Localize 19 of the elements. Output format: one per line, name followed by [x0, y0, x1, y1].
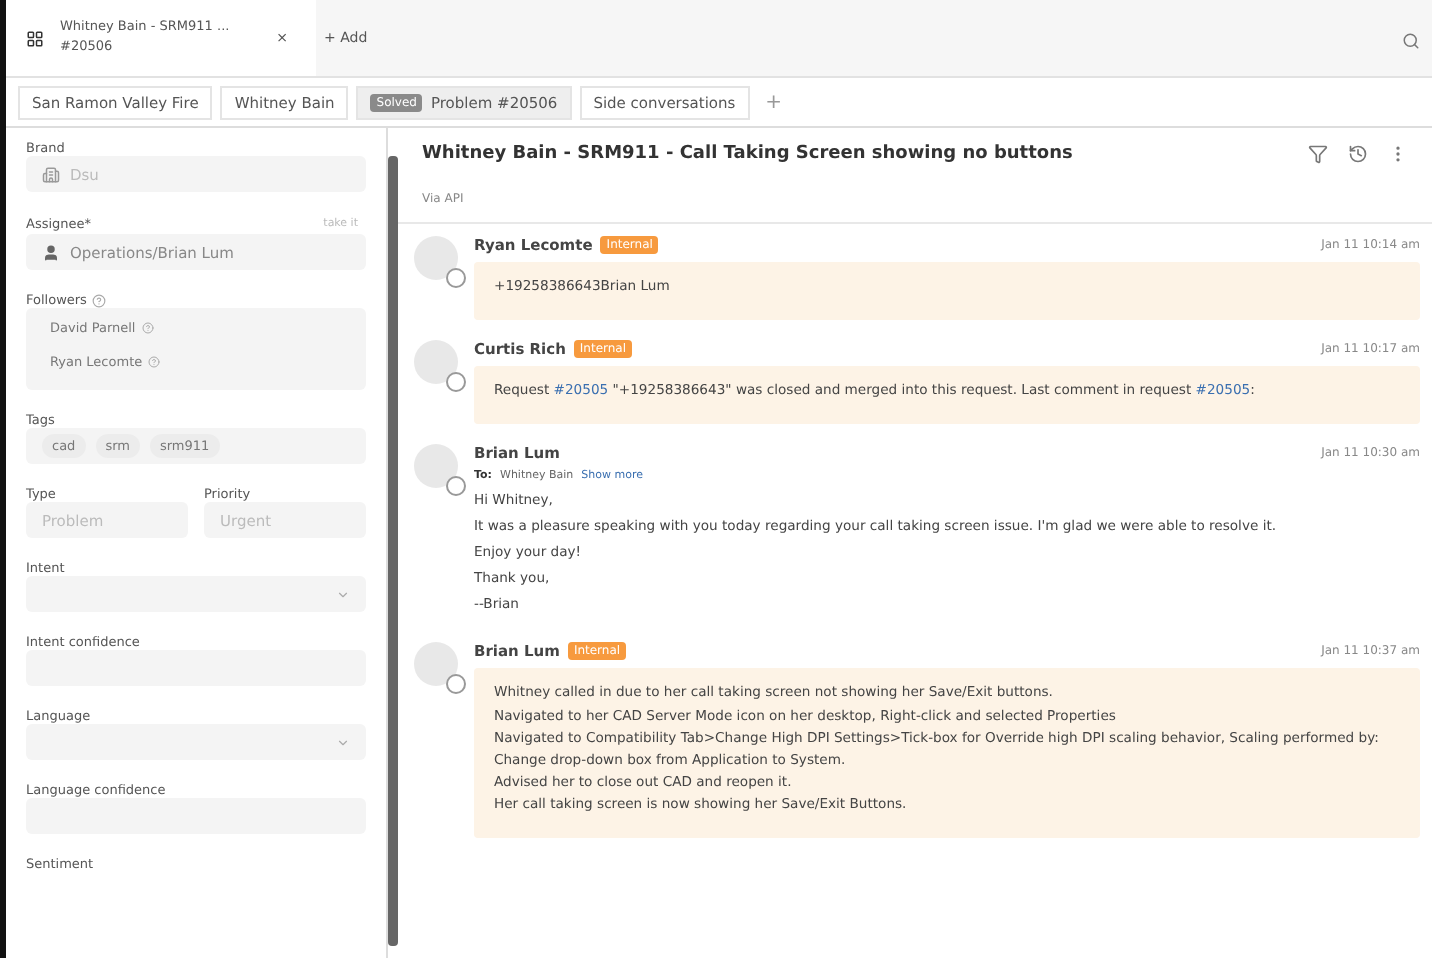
help-icon	[92, 293, 107, 307]
dropdown-field[interactable]	[26, 576, 366, 612]
help-icon	[148, 356, 161, 368]
building-icon	[42, 165, 60, 183]
avatar-icon	[42, 243, 60, 261]
add-button[interactable]: +	[757, 87, 791, 117]
user-badge-icon	[446, 372, 466, 393]
user-badge-icon	[446, 268, 466, 288]
user-badge-icon	[446, 476, 466, 497]
user-badge-icon	[446, 674, 466, 695]
help-icon	[141, 322, 154, 334]
filter-icon[interactable]	[1308, 144, 1328, 164]
grid-icon	[26, 29, 44, 47]
chevron-icon	[336, 587, 350, 601]
chevron-icon	[336, 735, 350, 749]
history-icon[interactable]	[1348, 144, 1368, 164]
dropdown-field[interactable]	[26, 724, 366, 760]
ticket-title: Whitney Bain - SRM911 - Call Taking Screen showing no buttons	[422, 144, 1073, 164]
search-icon	[1402, 31, 1420, 49]
